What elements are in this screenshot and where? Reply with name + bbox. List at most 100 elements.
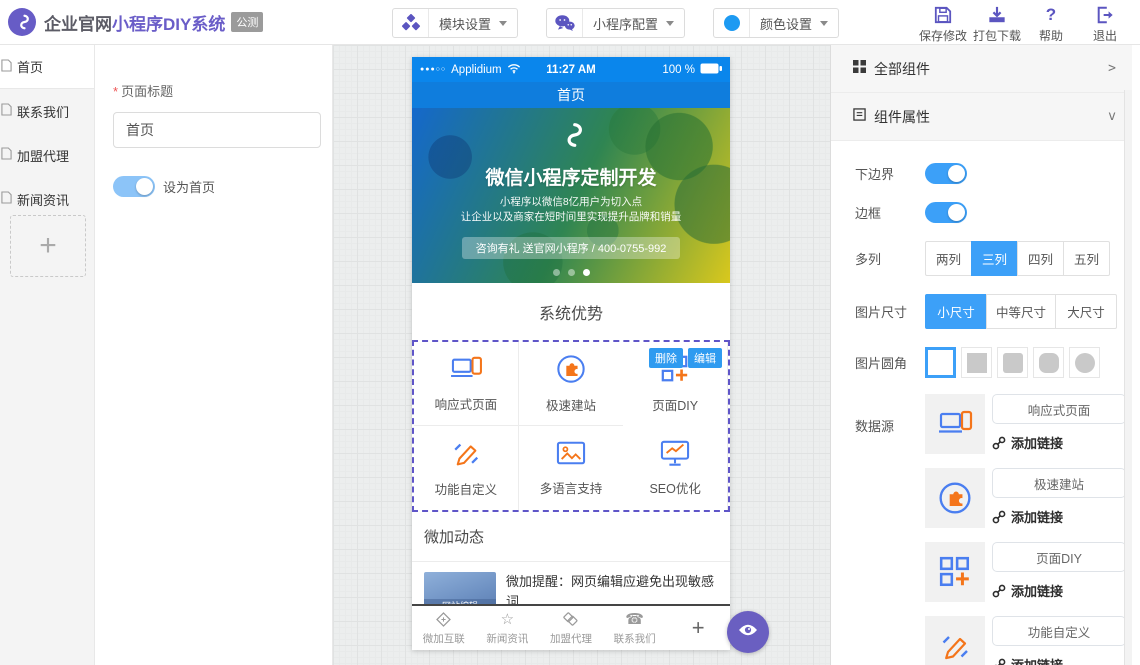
columns-option-3-selected[interactable]: 三列 [971, 241, 1018, 276]
star-icon: ☆ [501, 611, 514, 629]
columns-option-5[interactable]: 五列 [1063, 241, 1110, 276]
size-option-medium[interactable]: 中等尺寸 [986, 294, 1056, 329]
color-settings-dropdown[interactable]: 颜色设置 [713, 8, 839, 38]
carousel-dot-active[interactable] [583, 269, 590, 276]
chevron-right-icon: > [1108, 61, 1116, 76]
columns-segmented-control: 两列 三列 四列 五列 [925, 241, 1110, 276]
radius-option-circle[interactable] [1069, 347, 1100, 378]
miniprogram-config-dropdown[interactable]: 小程序配置 [546, 8, 685, 38]
set-home-label: 设为首页 [163, 177, 215, 196]
banner-slide[interactable]: 微信小程序定制开发 小程序以微信8亿用户为切入点 让企业以及商家在短时间里实现提… [412, 108, 730, 283]
feature-fast-build[interactable]: 极速建站 [519, 342, 624, 426]
advantages-section-title: 系统优势 [412, 283, 730, 340]
page-item-contact[interactable]: 联系我们 [0, 89, 94, 133]
carousel-dot[interactable] [553, 269, 560, 276]
bottom-border-label: 下边界 [855, 164, 925, 183]
image-size-segmented-control: 小尺寸 中等尺寸 大尺寸 [925, 294, 1117, 329]
component-props-header[interactable]: 组件属性 v [831, 93, 1132, 141]
columns-option-4[interactable]: 四列 [1017, 241, 1064, 276]
page-list-sidebar: 首页 联系我们 加盟代理 新闻资讯 + [0, 45, 95, 665]
datasource-list: 添加链接 添加链接 添加链接 [925, 394, 1126, 665]
carousel-dots[interactable] [412, 269, 730, 276]
preview-button[interactable] [727, 611, 769, 653]
help-button[interactable]: ? 帮助 [1024, 4, 1078, 44]
responsive-icon [449, 355, 483, 388]
datasource-label: 数据源 [855, 416, 925, 435]
header-actions: 保存修改 打包下载 ? 帮助 退出 [916, 4, 1132, 44]
border-toggle[interactable] [925, 202, 967, 223]
feature-custom[interactable]: 功能自定义 [414, 426, 519, 510]
page-title-input[interactable] [113, 112, 321, 148]
datasource-name-input[interactable] [992, 616, 1126, 646]
carousel-dot[interactable] [568, 269, 575, 276]
feature-seo[interactable]: SEO优化 [623, 426, 728, 510]
chevron-down-icon: v [1108, 109, 1116, 124]
radius-option-square[interactable] [961, 347, 992, 378]
exit-button[interactable]: 退出 [1078, 4, 1132, 44]
border-label: 边框 [855, 203, 925, 222]
exit-icon [1096, 4, 1114, 24]
radius-option-small[interactable] [997, 347, 1028, 378]
save-button[interactable]: 保存修改 [916, 4, 970, 44]
tab-brand[interactable]: 微加互联 [412, 611, 476, 646]
columns-option-2[interactable]: 两列 [925, 241, 972, 276]
brand-diamond-icon [435, 611, 452, 629]
color-circle-icon [714, 9, 750, 37]
banner-title: 微信小程序定制开发 [412, 163, 730, 190]
feature-responsive[interactable]: 响应式页面 [414, 342, 519, 426]
battery-percent: 100 % [662, 64, 695, 76]
add-link-button[interactable]: 添加链接 [992, 433, 1126, 452]
tab-add-button[interactable]: + [666, 619, 730, 637]
tags-icon [562, 611, 579, 629]
datasource-item: 添加链接 [925, 616, 1126, 665]
tab-contact[interactable]: ☎ 联系我们 [603, 611, 667, 646]
beta-badge: 公测 [231, 12, 263, 32]
page-settings-panel: *页面标题 设为首页 [95, 45, 333, 665]
chevron-down-icon [499, 21, 507, 26]
app-logo-icon [8, 8, 36, 36]
cubes-icon [393, 9, 429, 37]
datasource-item: 添加链接 [925, 394, 1126, 454]
image-radius-label: 图片圆角 [855, 353, 925, 372]
image-radius-options [925, 347, 1100, 378]
tab-agency[interactable]: 加盟代理 [539, 611, 603, 646]
page-doc-icon [1, 147, 12, 163]
app-title: 企业官网小程序DIY系统 [44, 10, 225, 35]
page-doc-icon [1, 191, 12, 207]
radius-option-medium[interactable] [1033, 347, 1064, 378]
set-home-toggle[interactable] [113, 176, 155, 197]
add-link-button[interactable]: 添加链接 [992, 655, 1126, 665]
datasource-name-input[interactable] [992, 542, 1126, 572]
edit-component-button[interactable]: 编辑 [688, 348, 722, 368]
phone-nav-title: 首页 [412, 82, 730, 108]
feature-grid-component[interactable]: 删除 编辑 响应式页面 极速建站 页面DIY 功能自定义 多语言支持 [412, 340, 730, 512]
inspector-scrollbar[interactable] [1124, 90, 1132, 665]
add-link-button[interactable]: 添加链接 [992, 581, 1126, 600]
page-item-agency[interactable]: 加盟代理 [0, 133, 94, 177]
size-option-small-selected[interactable]: 小尺寸 [925, 294, 987, 329]
module-settings-dropdown[interactable]: 模块设置 [392, 8, 518, 38]
add-link-button[interactable]: 添加链接 [992, 507, 1126, 526]
datasource-item: 添加链接 [925, 542, 1126, 602]
datasource-name-input[interactable] [992, 394, 1126, 424]
chevron-down-icon [666, 21, 674, 26]
banner-contact-pill: 咨询有礼 送官网小程序 / 400-0755-992 [462, 237, 681, 259]
page-title-label: *页面标题 [113, 81, 332, 100]
inspector-panel: 全部组件 > 组件属性 v 下边界 边框 多列 两列 三列 四列 五列 图片尺寸 [830, 45, 1132, 665]
tab-news[interactable]: ☆ 新闻资讯 [476, 611, 540, 646]
delete-component-button[interactable]: 删除 [649, 348, 683, 368]
bottom-border-toggle[interactable] [925, 163, 967, 184]
radius-option-none-selected[interactable] [925, 347, 956, 378]
feature-multilang[interactable]: 多语言支持 [519, 426, 624, 510]
page-item-home[interactable]: 首页 [0, 45, 94, 89]
banner-subtitle: 小程序以微信8亿用户为切入点 让企业以及商家在短时间里实现提升品牌和销量 [412, 195, 730, 225]
size-option-large[interactable]: 大尺寸 [1055, 294, 1117, 329]
plus-icon: + [692, 619, 705, 637]
pencil-icon [449, 438, 483, 473]
datasource-name-input[interactable] [992, 468, 1126, 498]
all-components-header[interactable]: 全部组件 > [831, 45, 1132, 93]
wechat-icon [547, 9, 583, 37]
download-button[interactable]: 打包下载 [970, 4, 1024, 44]
add-page-button[interactable]: + [10, 215, 86, 277]
phone-preview: 11:27 AM ●●●○○ Applidium 100 % 首页 微信小程序定… [412, 57, 730, 650]
